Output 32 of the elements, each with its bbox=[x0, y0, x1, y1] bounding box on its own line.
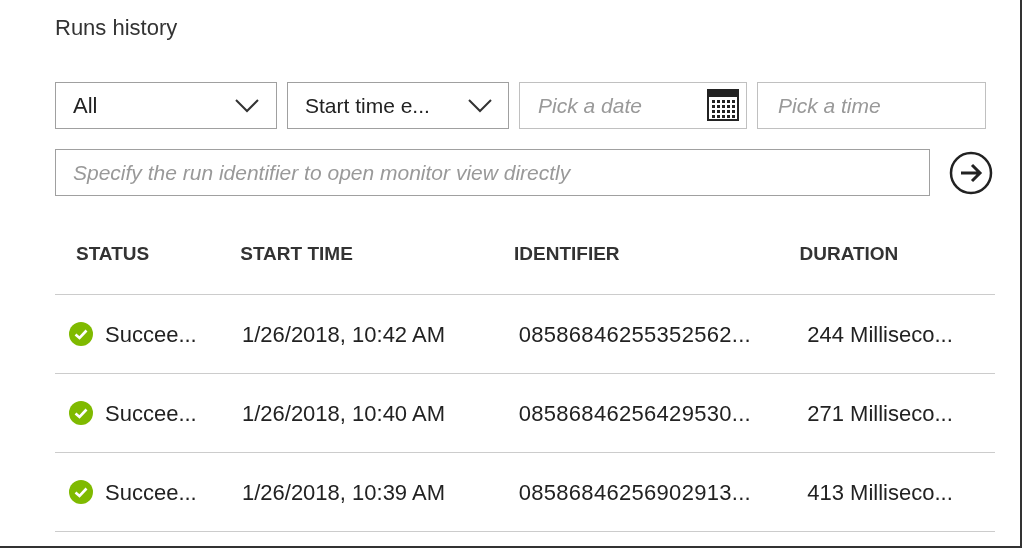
sort-dropdown[interactable]: Start time e... bbox=[287, 82, 509, 129]
status-dropdown[interactable]: All bbox=[55, 82, 277, 129]
column-header: IDENTIFIER bbox=[514, 242, 621, 266]
table-row[interactable]: Succee... 1/26/2018, 10:39 AM 08586846256902913... 413 Milliseco... bbox=[55, 453, 995, 532]
table-cell-text: 244 Milliseco... bbox=[807, 320, 954, 349]
column-header: START TIME bbox=[240, 242, 354, 266]
column-header: DURATION bbox=[799, 242, 900, 266]
column-header: STATUS bbox=[76, 242, 151, 266]
table-cell-text: Succee... bbox=[105, 478, 197, 507]
arrow-right-icon[interactable] bbox=[949, 150, 993, 195]
check-circle-icon bbox=[69, 401, 93, 425]
table-cell-text: 08586846256902913... bbox=[518, 478, 752, 507]
table-cell-text: Succee... bbox=[105, 320, 197, 349]
panel-title: Runs history bbox=[55, 14, 179, 42]
table-row[interactable]: Succee... 1/26/2018, 10:40 AM 08586846256429530... 271 Milliseco... bbox=[55, 374, 995, 453]
table-cell-text: 08586846255352562... bbox=[518, 320, 752, 349]
table-cell-text: 1/26/2018, 10:42 AM bbox=[241, 320, 446, 349]
chevron-down-icon bbox=[468, 98, 492, 113]
table-cell-text: 1/26/2018, 10:40 AM bbox=[241, 399, 446, 428]
table-row[interactable]: Succee... 1/26/2018, 10:42 AM 08586846255352562... 244 Milliseco... bbox=[55, 295, 995, 374]
check-circle-icon bbox=[69, 480, 93, 504]
table-cell-text: 271 Milliseco... bbox=[807, 399, 954, 428]
calendar-icon[interactable] bbox=[707, 89, 739, 121]
check-circle-icon bbox=[69, 322, 93, 346]
table-cell-text: 413 Milliseco... bbox=[807, 478, 954, 507]
table-cell-text: Succee... bbox=[105, 399, 197, 428]
table-cell-text: 08586846256429530... bbox=[518, 399, 752, 428]
run-identifier-field[interactable]: Specify the run identifier to open monitor view directly bbox=[55, 149, 930, 196]
date-field[interactable]: Pick a date bbox=[519, 82, 747, 129]
table-cell-text: 1/26/2018, 10:39 AM bbox=[241, 478, 446, 507]
time-field[interactable]: Pick a time bbox=[757, 82, 986, 129]
chevron-down-icon bbox=[235, 98, 259, 113]
